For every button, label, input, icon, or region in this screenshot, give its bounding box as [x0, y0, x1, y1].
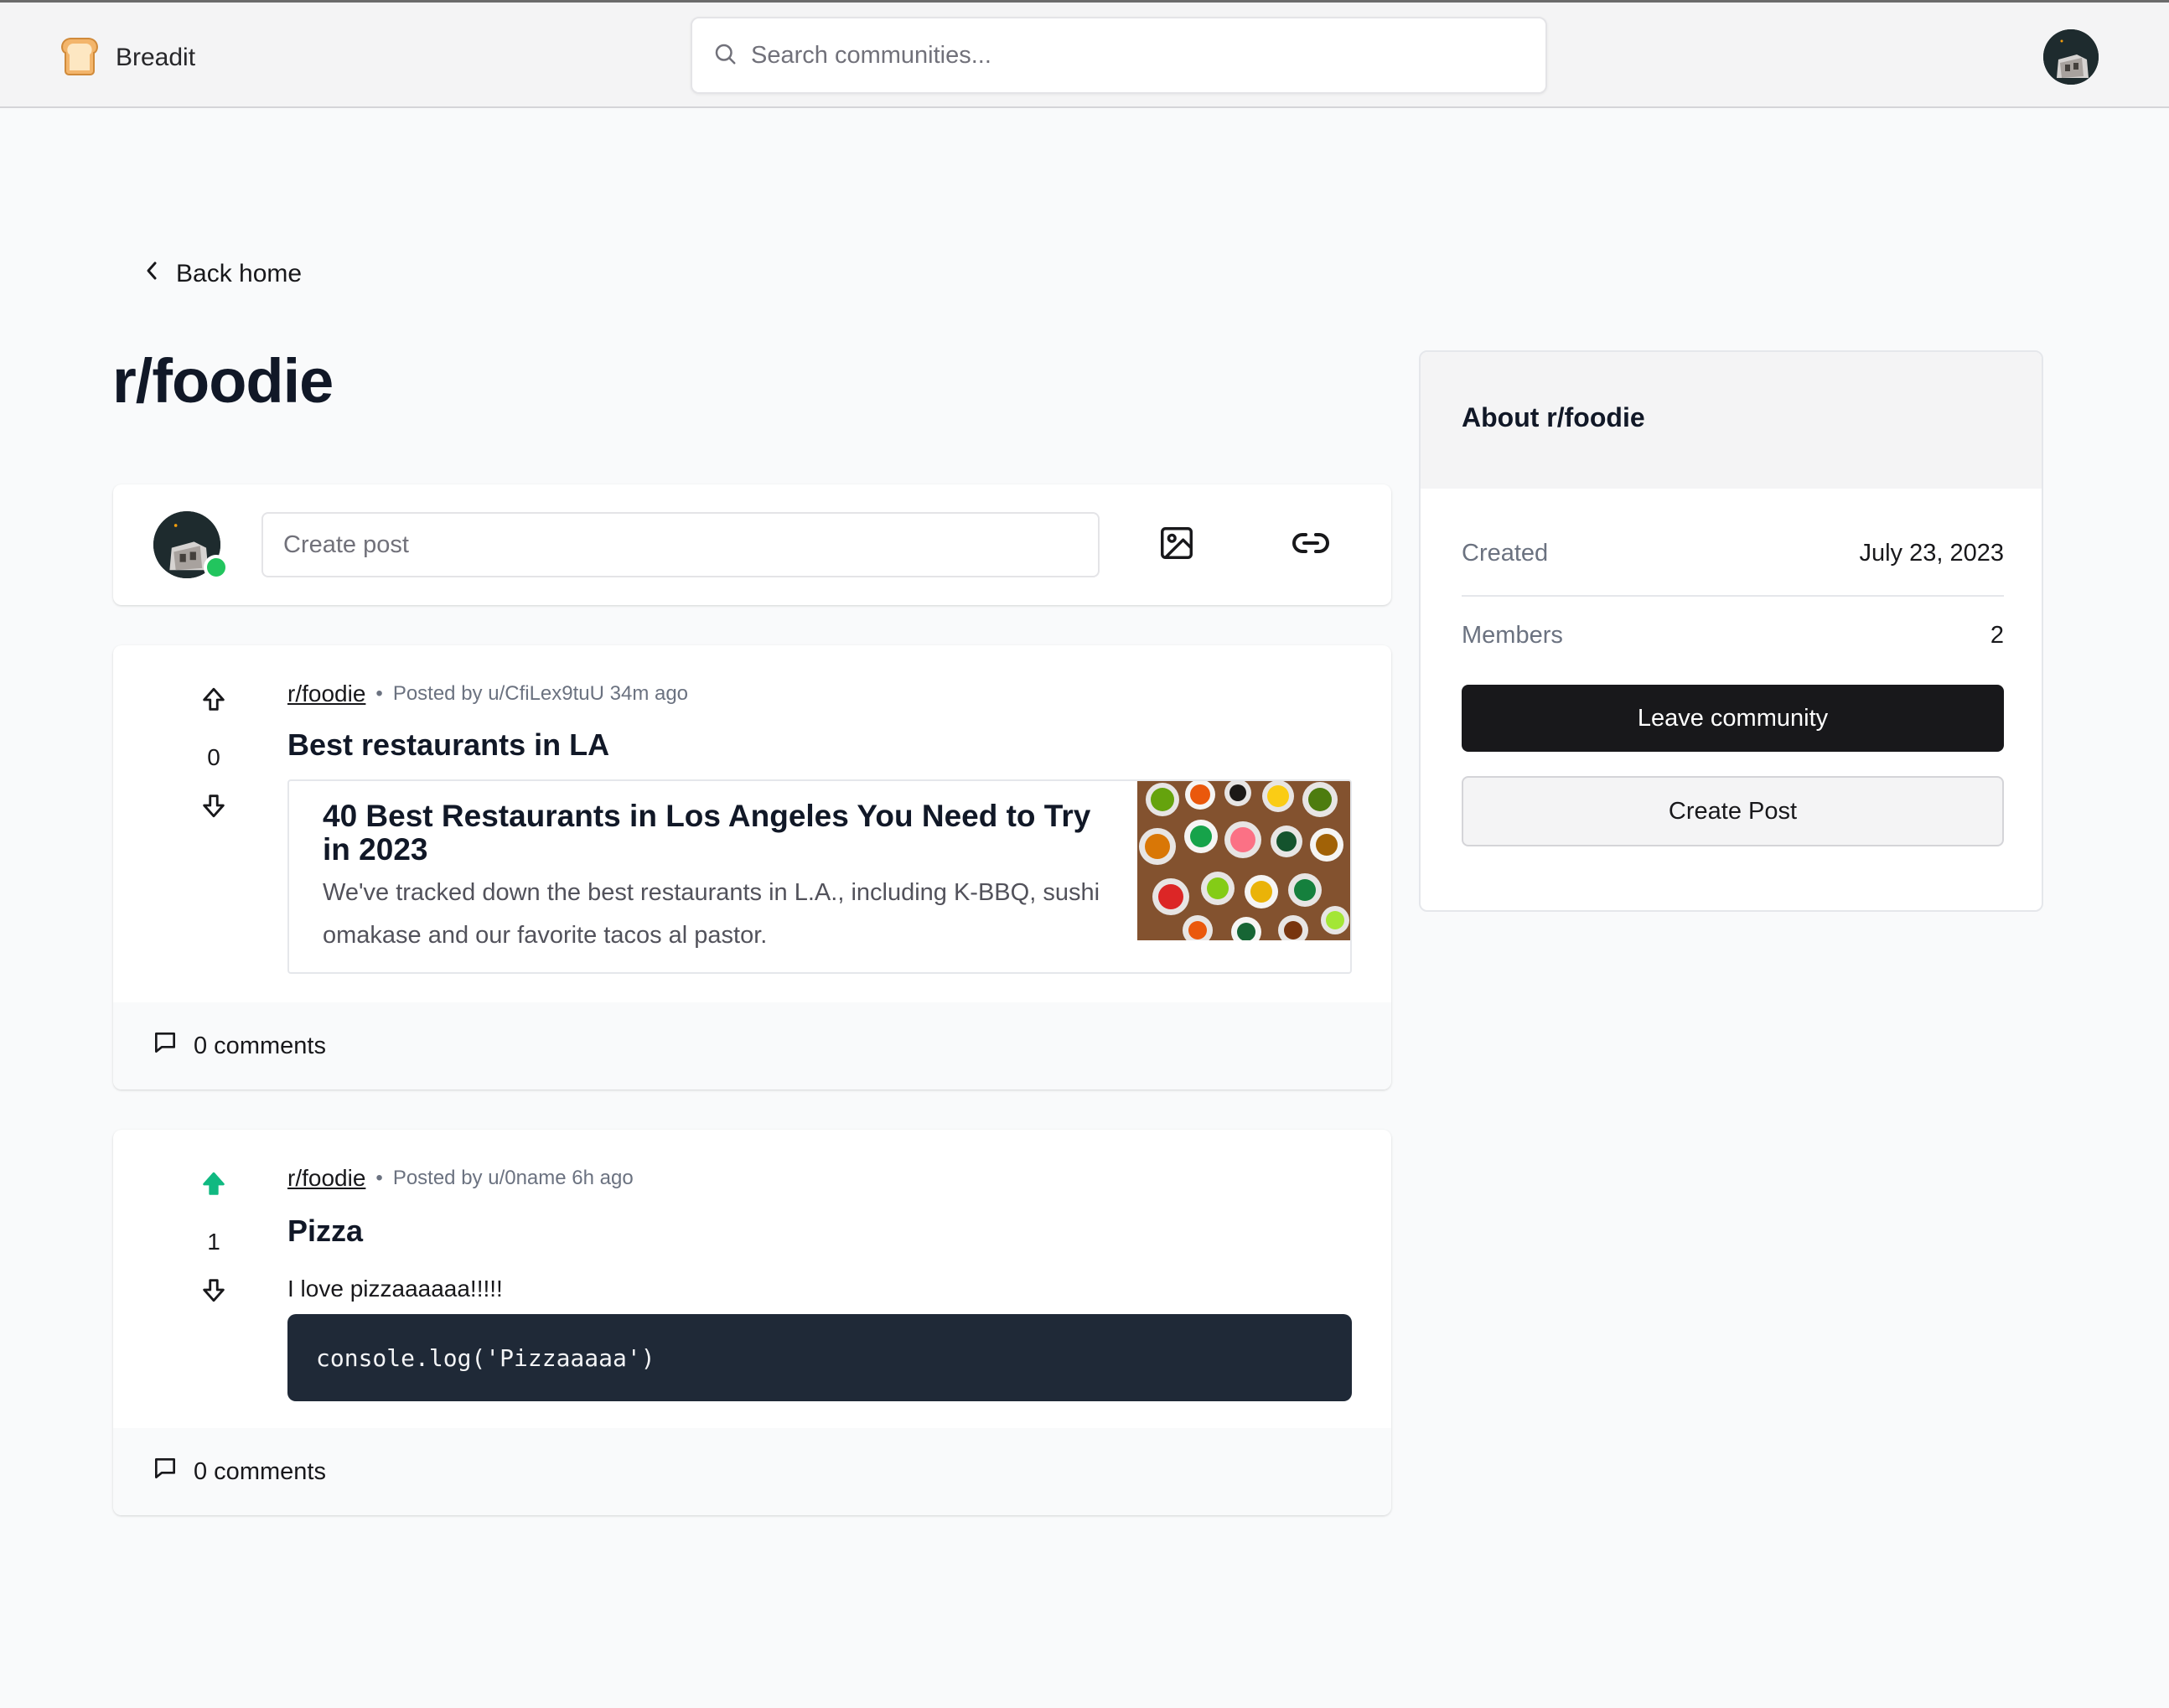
comments-link[interactable]: 0 comments — [194, 1033, 326, 1060]
arrow-down-icon — [199, 794, 228, 823]
downvote-button[interactable] — [172, 1276, 256, 1311]
online-status-indicator — [204, 555, 229, 580]
subreddit-link[interactable]: r/foodie — [287, 681, 365, 707]
vote-count: 1 — [207, 1229, 220, 1255]
post-byline: Posted by u/CfiLex9tuU 34m ago — [392, 682, 689, 705]
vote-count: 0 — [207, 744, 220, 770]
separator-dot: • — [375, 682, 383, 705]
code-content: console.log('Pizzaaaaa') — [316, 1343, 655, 1372]
divider — [1462, 595, 2004, 597]
created-row: Created July 23, 2023 — [1462, 540, 2004, 567]
members-value: 2 — [1990, 622, 2004, 649]
upvote-button[interactable] — [172, 686, 256, 721]
image-upload-button[interactable] — [1150, 518, 1204, 572]
about-title: About r/foodie — [1462, 402, 1645, 432]
downvote-button[interactable] — [172, 791, 256, 826]
comment-icon — [152, 1029, 179, 1063]
back-home-label: Back home — [176, 260, 303, 287]
about-header: About r/foodie — [1421, 352, 2042, 489]
comment-icon — [152, 1455, 179, 1488]
bread-logo-icon — [59, 34, 101, 80]
post-footer: 0 comments — [113, 1428, 1391, 1515]
post-byline: Posted by u/0name 6h ago — [392, 1167, 634, 1189]
separator-dot: • — [375, 1167, 383, 1189]
create-post-button[interactable]: Create Post — [1462, 776, 2004, 846]
search-box[interactable] — [691, 17, 1547, 94]
link-icon — [1291, 523, 1331, 567]
upvote-button[interactable] — [172, 1170, 256, 1205]
leave-community-button[interactable]: Leave community — [1462, 685, 2004, 752]
post-title[interactable]: Pizza — [287, 1214, 363, 1249]
search-icon — [712, 41, 738, 70]
post-meta: r/foodie • Posted by u/0name 6h ago — [287, 1165, 634, 1192]
chevron-left-icon — [144, 260, 159, 288]
back-home-link[interactable]: Back home — [144, 260, 302, 288]
post-card[interactable]: 1 r/foodie • Posted by u/0name 6h ago Pi… — [113, 1130, 1391, 1515]
image-icon — [1157, 524, 1196, 567]
subreddit-link[interactable]: r/foodie — [287, 1165, 365, 1192]
arrow-up-icon — [199, 1172, 228, 1202]
arrow-up-icon — [199, 687, 228, 717]
create-post-card — [113, 484, 1391, 605]
members-label: Members — [1462, 622, 1563, 649]
vote-column: 1 — [172, 1170, 256, 1311]
home-logo-link[interactable]: Breadit — [59, 34, 195, 80]
post-title[interactable]: Best restaurants in LA — [287, 727, 609, 763]
link-preview-title: 40 Best Restaurants in Los Angeles You N… — [323, 799, 1091, 867]
arrow-down-icon — [199, 1279, 228, 1307]
code-block: console.log('Pizzaaaaa') — [287, 1314, 1352, 1401]
page-title: r/foodie — [112, 346, 334, 416]
post-text: I love pizzaaaaaa!!!!! — [287, 1276, 503, 1302]
link-preview-image — [1137, 781, 1350, 947]
post-meta: r/foodie • Posted by u/CfiLex9tuU 34m ag… — [287, 681, 688, 707]
vote-column: 0 — [172, 686, 256, 826]
post-footer: 0 comments — [113, 1002, 1391, 1089]
user-avatar[interactable] — [2043, 29, 2099, 85]
post-card[interactable]: 0 r/foodie • Posted by u/CfiLex9tuU 34m … — [113, 645, 1391, 1089]
created-label: Created — [1462, 540, 1549, 567]
comments-link[interactable]: 0 comments — [194, 1458, 326, 1486]
search-input[interactable] — [751, 41, 1505, 70]
members-row: Members 2 — [1462, 622, 2004, 650]
app-name: Breadit — [116, 43, 196, 71]
about-community-card: About r/foodie Created July 23, 2023 Mem… — [1419, 350, 2043, 912]
created-value: July 23, 2023 — [1859, 540, 2004, 567]
link-post-button[interactable] — [1284, 518, 1338, 572]
create-post-input[interactable] — [261, 512, 1100, 577]
link-preview-description: We've tracked down the best restaurants … — [323, 879, 1100, 949]
top-navbar: Breadit — [0, 0, 2169, 108]
link-preview[interactable]: 40 Best Restaurants in Los Angeles You N… — [287, 779, 1352, 974]
